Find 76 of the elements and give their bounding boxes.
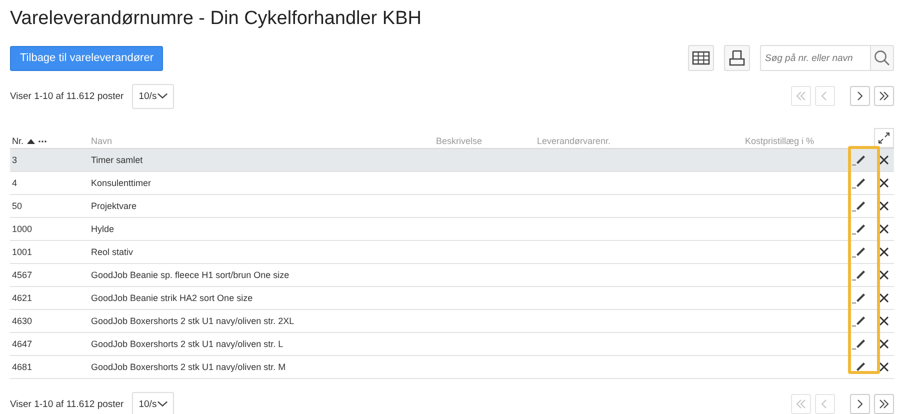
close-icon[interactable] — [879, 293, 889, 303]
table-cell-text: 4647 — [11, 339, 34, 349]
printer-icon — [728, 49, 746, 67]
last-page-button[interactable] — [874, 394, 894, 414]
print-button[interactable] — [724, 45, 750, 71]
last-page-button[interactable] — [874, 86, 894, 106]
table-cell-text: Reol stativ — [90, 247, 134, 257]
next-page-button[interactable] — [850, 86, 870, 106]
edit-icon[interactable] — [852, 177, 866, 189]
table-cell-text: 1000 — [11, 224, 34, 234]
table-row[interactable]: 4630 GoodJob Boxershorts 2 stk U1 navy/oliven str. 2XL — [10, 310, 894, 333]
table-cell-text: Hylde — [90, 224, 116, 234]
close-icon[interactable] — [879, 178, 889, 188]
page-size-dropdown[interactable]: 10/s — [132, 84, 174, 108]
close-icon[interactable] — [879, 155, 889, 165]
edit-icon[interactable] — [852, 269, 866, 281]
expand-icon — [878, 132, 890, 144]
table-cell-text: 3 — [11, 155, 18, 165]
table-cell-text: GoodJob Boxershorts 2 stk U1 navy/oliven str. L — [90, 339, 284, 349]
search-icon — [874, 50, 890, 66]
table-cell-text: GoodJob Beanie strik HA2 sort One size — [90, 293, 254, 303]
search-button[interactable] — [870, 45, 894, 71]
column-settings-button[interactable] — [688, 45, 714, 71]
table-cell-text: 1001 — [11, 247, 34, 257]
edit-icon[interactable] — [852, 292, 866, 304]
close-icon[interactable] — [879, 247, 889, 257]
table-cell-text: Konsulenttimer — [90, 178, 152, 188]
chevron-down-icon — [156, 400, 168, 408]
edit-icon[interactable] — [852, 200, 866, 212]
table-cell-text: 4630 — [11, 316, 34, 326]
page-title: Vareleverandørnumre - Din Cykelforhandler KBH — [10, 7, 422, 31]
sort-up-icon — [26, 138, 35, 144]
search-field[interactable]: Søg på nr. eller navn — [760, 45, 870, 71]
edit-icon[interactable] — [852, 315, 866, 327]
table-cell-text: GoodJob Boxershorts 2 stk U1 navy/oliven str. 2XL — [90, 316, 296, 326]
more-icon — [38, 140, 47, 142]
double-chevron-right-icon — [877, 397, 891, 411]
next-page-button[interactable] — [850, 394, 870, 414]
table-cell-text: GoodJob Boxershorts 2 stk U1 navy/oliven str. M — [90, 362, 287, 372]
edit-icon[interactable] — [852, 223, 866, 235]
table-row[interactable]: 4 Konsulenttimer — [10, 172, 894, 195]
close-icon[interactable] — [879, 224, 889, 234]
table-row[interactable]: 4681 GoodJob Boxershorts 2 stk U1 navy/oliven str. M — [10, 356, 894, 379]
close-icon[interactable] — [879, 270, 889, 280]
table-row[interactable]: 1001 Reol stativ — [10, 241, 894, 264]
table-cell-text: 4567 — [11, 270, 34, 280]
close-icon[interactable] — [879, 316, 889, 326]
edit-icon[interactable] — [852, 154, 866, 166]
record-count: Viser 1-10 af 11.612 poster — [10, 398, 124, 410]
column-header[interactable]: Nr. — [10, 136, 89, 146]
table-cell-text: Projektvare — [90, 201, 138, 211]
close-icon[interactable] — [879, 339, 889, 349]
table-cell-text: 4621 — [11, 293, 34, 303]
table-cell-text: Timer samlet — [90, 155, 144, 165]
table-row[interactable]: 3 Timer samlet — [10, 149, 894, 172]
close-icon[interactable] — [879, 362, 889, 372]
page-size-dropdown[interactable]: 10/s — [132, 392, 174, 414]
edit-icon[interactable] — [852, 246, 866, 258]
table-row[interactable]: 4567 GoodJob Beanie sp. fleece H1 sort/brun One size — [10, 264, 894, 287]
table-icon — [692, 51, 710, 65]
double-chevron-right-icon — [877, 89, 891, 103]
double-chevron-left-icon — [794, 89, 808, 103]
table-row[interactable]: 1000 Hylde — [10, 218, 894, 241]
table-cell-text: 50 — [11, 201, 24, 211]
record-count: Viser 1-10 af 11.612 poster — [10, 90, 124, 102]
table-row[interactable]: 4647 GoodJob Boxershorts 2 stk U1 navy/oliven str. L — [10, 333, 894, 356]
table-cell-text: 4 — [11, 178, 18, 188]
table-cell-text: 4681 — [11, 362, 34, 372]
expand-button[interactable] — [874, 128, 894, 148]
chevron-down-icon — [156, 92, 168, 100]
double-chevron-left-icon — [794, 397, 808, 411]
close-icon[interactable] — [879, 201, 889, 211]
table-row[interactable]: 50 Projektvare — [10, 195, 894, 218]
edit-icon[interactable] — [852, 338, 866, 350]
table-row[interactable]: 4621 GoodJob Beanie strik HA2 sort One size — [10, 287, 894, 310]
table-cell-text: GoodJob Beanie sp. fleece H1 sort/brun One size — [90, 270, 290, 280]
